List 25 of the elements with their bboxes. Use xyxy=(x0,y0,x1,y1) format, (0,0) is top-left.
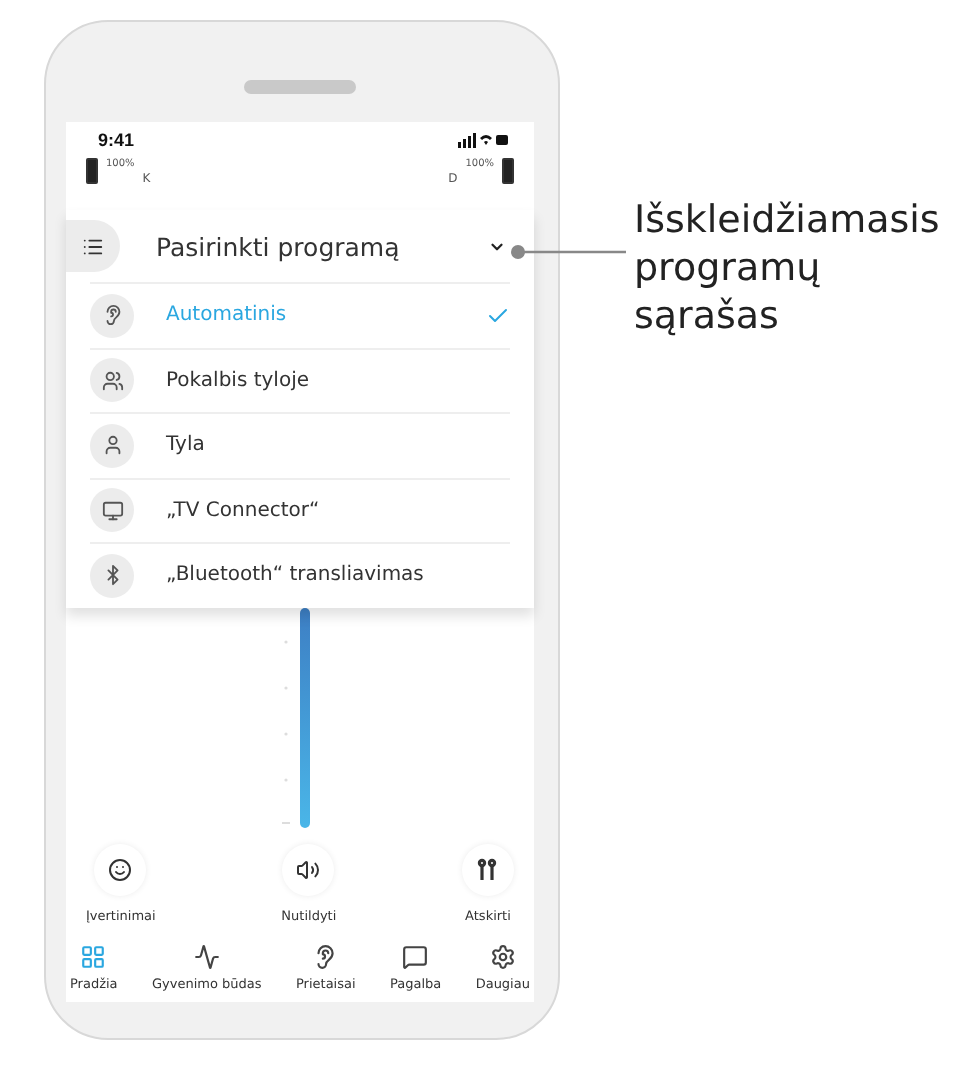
smile-icon xyxy=(108,857,133,881)
ear-icon xyxy=(312,943,339,969)
callout-text: Išskleidžiamasis programų sąrašas xyxy=(634,196,940,340)
leader-line xyxy=(510,244,626,260)
program-icon xyxy=(90,293,134,338)
program-icon xyxy=(90,488,134,533)
menu-button[interactable] xyxy=(66,220,120,272)
chat-icon xyxy=(402,943,429,969)
speaker-grille xyxy=(244,80,356,94)
settings-icon xyxy=(489,943,516,969)
program-icon xyxy=(90,423,134,468)
pulse-icon xyxy=(193,943,220,969)
menu-icon xyxy=(82,235,104,257)
dropdown-title[interactable]: Pasirinkti programą xyxy=(156,231,488,261)
status-time: 9:41 xyxy=(98,129,135,149)
program-item[interactable]: „Bluetooth“ transliavimas xyxy=(90,542,510,607)
battery-icon xyxy=(86,158,98,184)
program-icon xyxy=(90,553,134,598)
status-icons xyxy=(458,131,510,147)
check-icon xyxy=(486,303,510,328)
program-icon xyxy=(90,358,134,403)
battery-icon xyxy=(502,158,514,184)
speaker-icon xyxy=(296,857,321,881)
tuning-icon xyxy=(476,858,499,880)
grid-icon xyxy=(80,943,107,969)
